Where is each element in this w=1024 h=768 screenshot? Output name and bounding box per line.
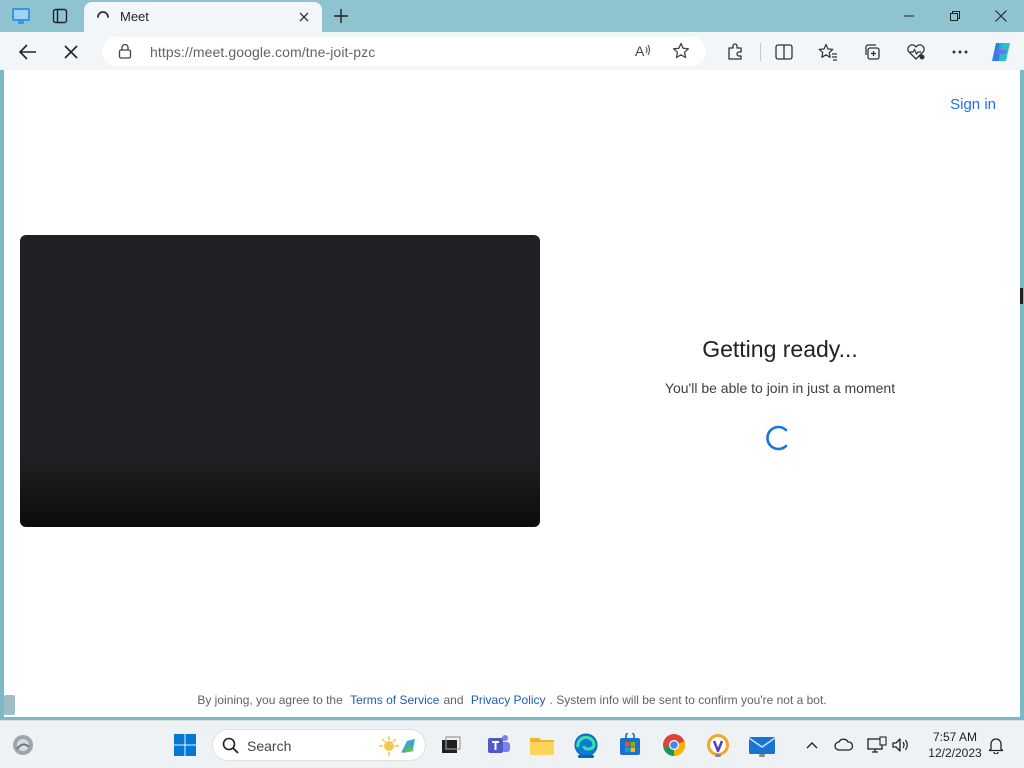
address-bar[interactable]: https://meet.google.com/tne-joit-pzc A bbox=[102, 37, 706, 66]
onedrive-cloud-icon[interactable] bbox=[834, 735, 854, 755]
start-button-icon[interactable] bbox=[170, 730, 200, 760]
url-text[interactable]: https://meet.google.com/tne-joit-pzc bbox=[150, 44, 375, 60]
text-cursor bbox=[1020, 288, 1023, 304]
vpn-app-icon[interactable] bbox=[703, 730, 733, 760]
svg-text:A: A bbox=[635, 43, 645, 59]
chrome-icon[interactable] bbox=[659, 730, 689, 760]
clock-date: 12/2/2023 bbox=[928, 746, 982, 760]
restore-button[interactable] bbox=[932, 0, 978, 32]
clock-time: 7:57 AM bbox=[932, 730, 978, 744]
meet-page: Sign in Getting ready... You'll be able … bbox=[4, 70, 1023, 717]
disclaimer-suffix: . System info will be sent to confirm yo… bbox=[549, 693, 827, 707]
taskbar-clock[interactable]: 7:57 AM 12/2/2023 bbox=[924, 729, 986, 761]
close-window-button[interactable] bbox=[978, 0, 1024, 32]
running-app-indicator bbox=[759, 754, 765, 757]
edge-browser-icon[interactable] bbox=[571, 730, 601, 760]
stop-loading-button[interactable] bbox=[58, 39, 84, 65]
disclaimer-conjunction: and bbox=[443, 693, 464, 707]
minimize-button[interactable] bbox=[886, 0, 932, 32]
network-icon[interactable] bbox=[867, 735, 887, 755]
tab-actions-icon[interactable] bbox=[49, 5, 71, 27]
join-disclaimer: By joining, you agree to the Terms of Se… bbox=[4, 693, 1020, 707]
toolbar-separator bbox=[760, 43, 761, 61]
more-options-icon[interactable] bbox=[947, 39, 973, 65]
disclaimer-prefix: By joining, you agree to the bbox=[197, 693, 343, 707]
close-tab-icon[interactable] bbox=[294, 7, 314, 27]
split-screen-icon[interactable] bbox=[771, 39, 797, 65]
microsoft-store-icon[interactable] bbox=[615, 730, 645, 760]
running-app-indicator bbox=[715, 754, 721, 757]
favorites-icon[interactable] bbox=[815, 39, 841, 65]
lock-icon[interactable] bbox=[118, 43, 132, 64]
windows-taskbar: Search 7:57 AM 12/2/2023 bbox=[0, 720, 1024, 768]
copilot-icon[interactable] bbox=[988, 39, 1014, 65]
read-aloud-icon[interactable]: A bbox=[634, 42, 652, 65]
browser-essentials-icon[interactable] bbox=[903, 39, 929, 65]
privacy-policy-link[interactable]: Privacy Policy bbox=[471, 693, 546, 707]
browser-titlebar: Meet bbox=[0, 0, 1024, 32]
widgets-icon[interactable] bbox=[8, 730, 38, 760]
browser-toolbar: https://meet.google.com/tne-joit-pzc A bbox=[0, 32, 1024, 70]
active-app-indicator bbox=[578, 755, 594, 758]
getting-ready-subtitle: You'll be able to join in just a moment bbox=[664, 380, 896, 396]
sidebar-handle[interactable] bbox=[4, 695, 15, 715]
task-view-icon[interactable] bbox=[436, 730, 466, 760]
extensions-icon[interactable] bbox=[722, 39, 748, 65]
terms-of-service-link[interactable]: Terms of Service bbox=[350, 693, 439, 707]
workspaces-icon[interactable] bbox=[10, 5, 32, 27]
collections-icon[interactable] bbox=[859, 39, 885, 65]
search-label: Search bbox=[247, 738, 292, 754]
favorite-star-icon[interactable] bbox=[672, 42, 690, 65]
file-explorer-icon[interactable] bbox=[527, 730, 557, 760]
loading-spinner-icon bbox=[96, 10, 110, 29]
search-highlight-icon bbox=[377, 733, 419, 764]
sign-in-link[interactable]: Sign in bbox=[950, 96, 996, 113]
loading-spinner-icon bbox=[764, 424, 792, 457]
notifications-bell-icon[interactable] bbox=[986, 735, 1006, 755]
getting-ready-heading: Getting ready... bbox=[702, 336, 858, 362]
new-tab-button[interactable] bbox=[330, 5, 352, 27]
show-hidden-icons-chevron-icon[interactable] bbox=[802, 735, 822, 755]
volume-icon[interactable] bbox=[891, 735, 911, 755]
tab-title: Meet bbox=[120, 9, 149, 24]
mail-icon[interactable] bbox=[747, 730, 777, 760]
teams-icon[interactable] bbox=[484, 730, 514, 760]
back-button[interactable] bbox=[15, 39, 41, 65]
search-icon bbox=[222, 737, 239, 759]
video-preview bbox=[20, 235, 540, 527]
tab-meet[interactable]: Meet bbox=[84, 2, 322, 32]
taskbar-search[interactable]: Search bbox=[212, 729, 426, 761]
